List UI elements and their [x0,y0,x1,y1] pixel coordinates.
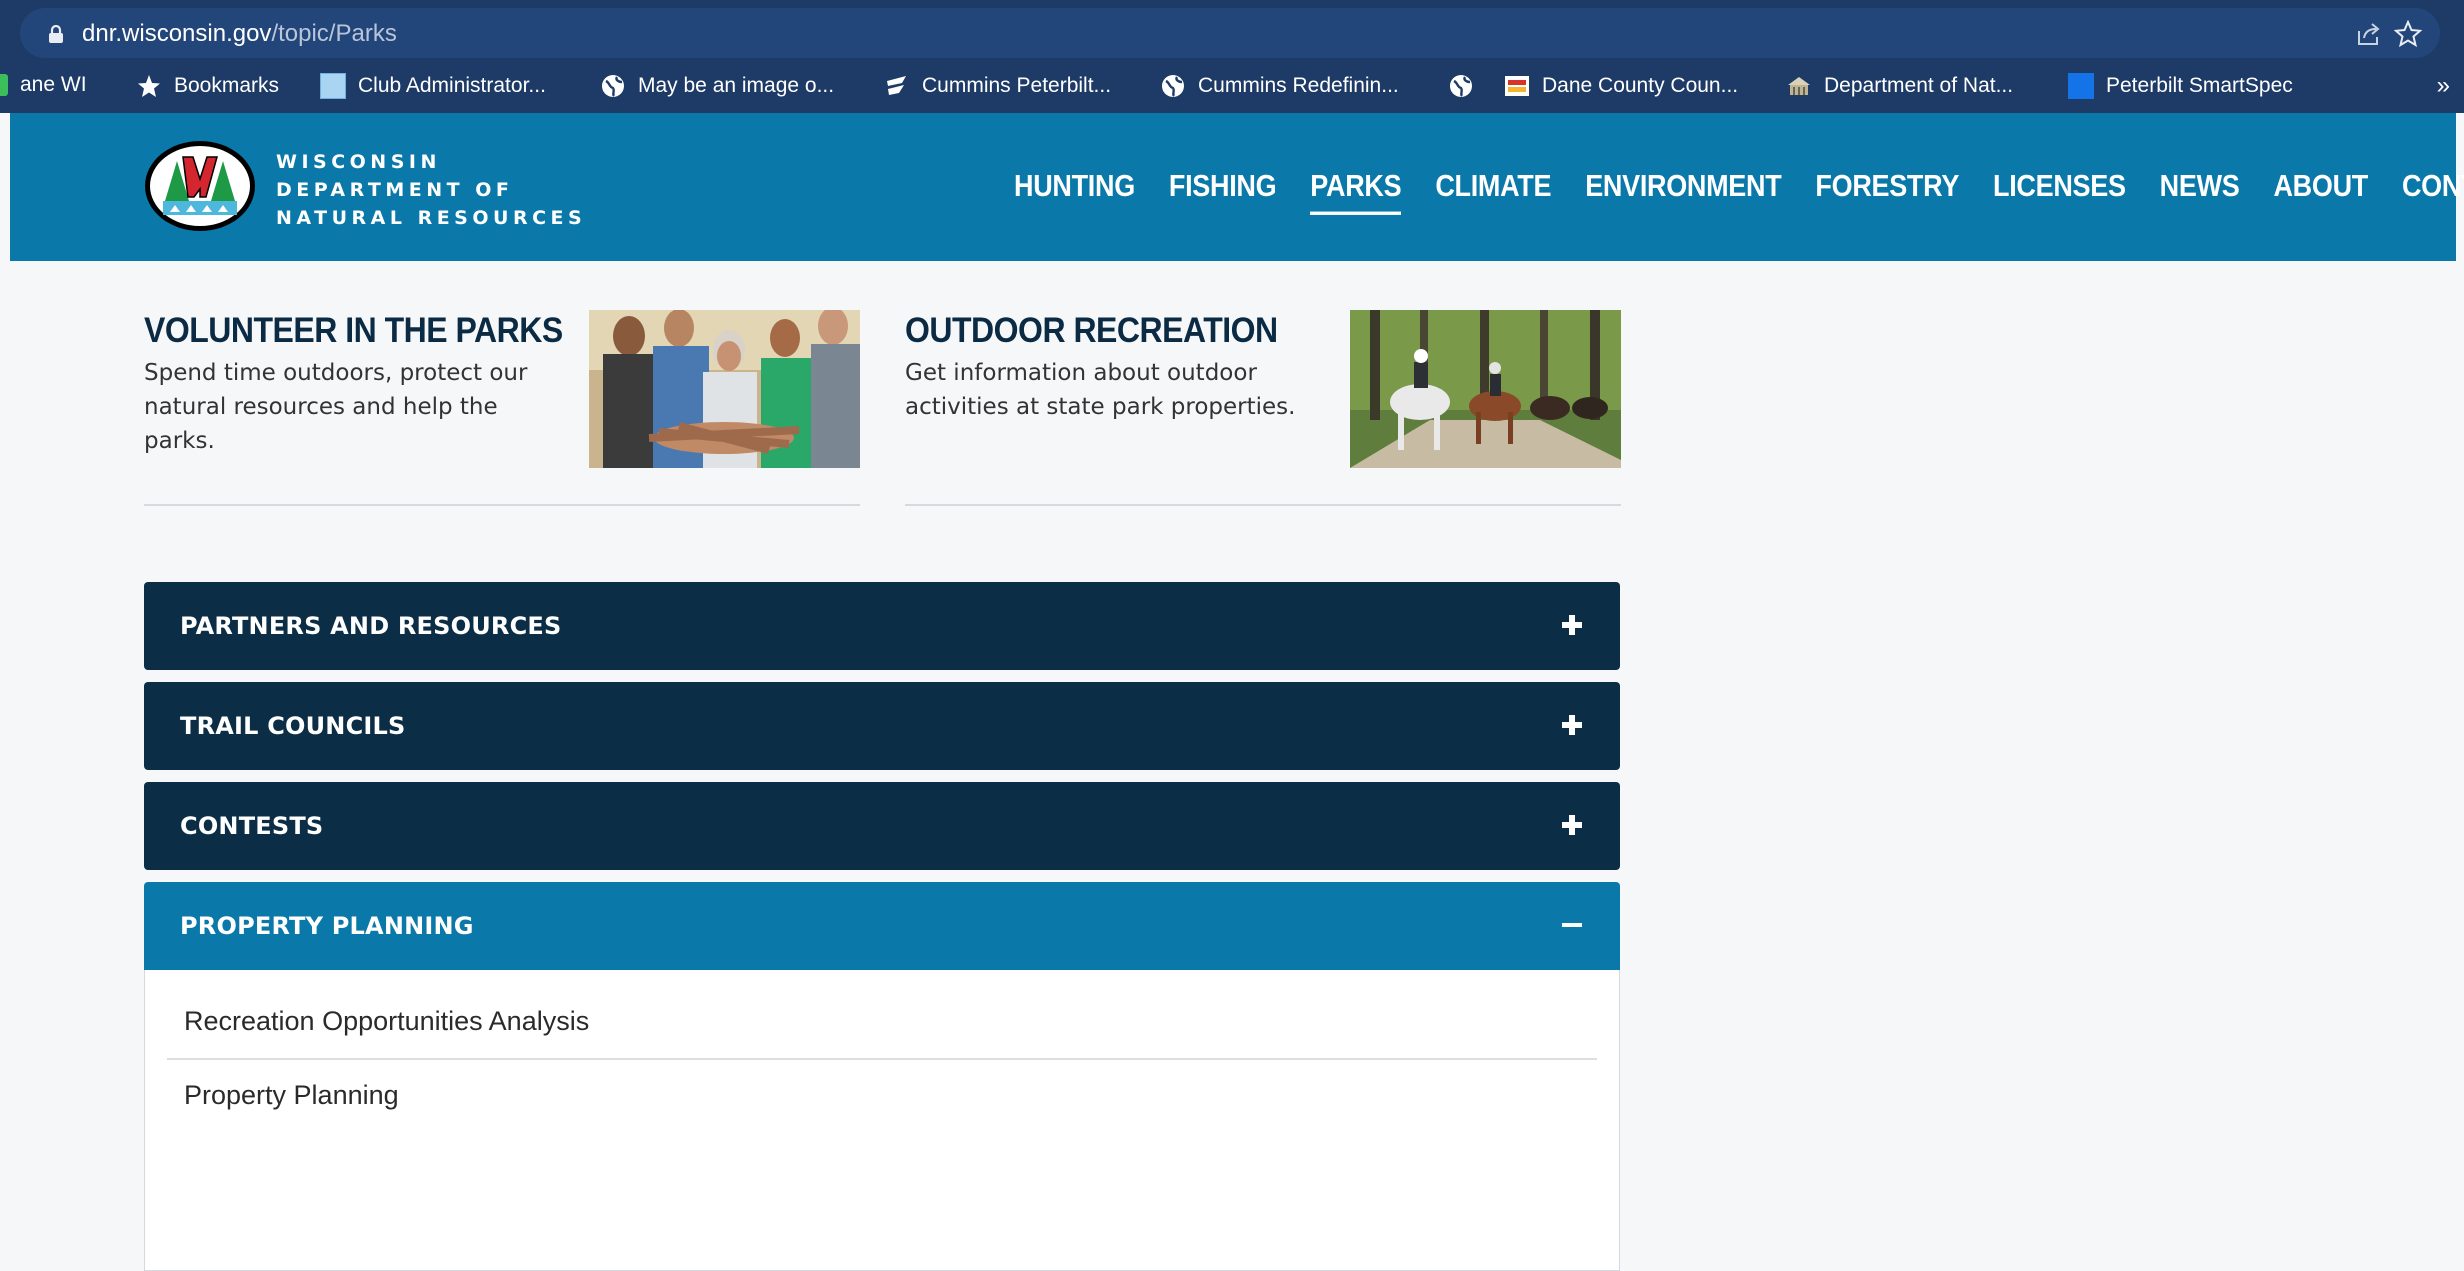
nav-forestry[interactable]: FORESTRY [1815,169,1959,204]
grid-icon [320,73,346,99]
panel-divider [167,1058,1597,1060]
bookmark-folder-icon [0,74,8,96]
plus-icon [1562,715,1582,735]
bookmarks-bar: ane WI Bookmarks Club Administrator... M… [0,64,2464,110]
card-description: Get information about outdoor activities… [905,360,1296,420]
link-property-planning[interactable]: Property Planning [184,1080,399,1111]
card-divider [905,504,1621,506]
horseback-riders-forest-image[interactable] [1350,310,1621,468]
plus-icon [1562,615,1582,635]
minus-icon [1562,923,1582,927]
outdoor-recreation-card[interactable]: OUTDOOR RECREATION Get information about… [905,310,1621,506]
url-text[interactable]: dnr.wisconsin.gov/topic/Parks [82,20,397,48]
nav-about[interactable]: ABOUT [2273,169,2368,204]
globe-icon [1162,75,1184,97]
nav-environment[interactable]: ENVIRONMENT [1585,169,1782,204]
bookmarks-overflow-chevron-icon[interactable]: » [2437,72,2450,100]
link-recreation-opportunities-analysis[interactable]: Recreation Opportunities Analysis [184,1006,589,1037]
site-header: WISCONSIN DEPARTMENT OF NATURAL RESOURCE… [10,113,2464,261]
nav-fishing[interactable]: FISHING [1169,169,1277,204]
dnr-building-icon [1788,77,1810,95]
plus-icon [1562,815,1582,835]
card-divider [144,504,860,506]
accordion: PARTNERS AND RESOURCES TRAIL COUNCILS CO… [144,582,1620,1271]
address-bar[interactable]: dnr.wisconsin.gov/topic/Parks [20,8,2440,58]
bookmark-item[interactable]: Club Administrator... [320,73,546,99]
share-icon[interactable] [2356,21,2382,47]
globe-icon [602,75,624,97]
bookmark-item[interactable]: ane WI [0,73,87,97]
card-title[interactable]: OUTDOOR RECREATION [905,310,1278,351]
bookmark-item[interactable]: Cummins Redefinin... [1160,73,1399,99]
bookmark-item[interactable] [1448,73,1474,99]
lock-icon [49,25,63,43]
nav-news[interactable]: NEWS [2160,169,2240,204]
wdnr-logo-icon[interactable] [143,139,257,233]
bookmark-star-icon[interactable] [2394,20,2422,48]
accordion-partners-and-resources[interactable]: PARTNERS AND RESOURCES [144,582,1620,670]
nav-licenses[interactable]: LICENSES [1993,169,2126,204]
accordion-trail-councils[interactable]: TRAIL COUNCILS [144,682,1620,770]
accordion-contests[interactable]: CONTESTS [144,782,1620,870]
accordion-property-planning[interactable]: PROPERTY PLANNING [144,882,1620,970]
nav-contact[interactable]: CONTACT [2402,169,2464,204]
bookmark-item[interactable]: Bookmarks [136,73,279,99]
bookmark-item[interactable]: Department of Nat... [1786,73,2013,99]
nav-climate[interactable]: CLIMATE [1435,169,1551,204]
main-nav: HUNTING FISHING PARKS CLIMATE ENVIRONMEN… [1014,169,2464,215]
volunteers-hands-together-image[interactable] [589,310,860,468]
bookmark-item[interactable]: May be an image o... [600,73,834,99]
accordion-panel-property-planning: Recreation Opportunities Analysis Proper… [144,970,1620,1271]
bookmark-item[interactable]: Dane County Coun... [1504,73,1738,99]
dane-county-logo-icon [1505,76,1529,96]
agency-name[interactable]: WISCONSIN DEPARTMENT OF NATURAL RESOURCE… [276,148,586,232]
card-title[interactable]: VOLUNTEER IN THE PARKS [144,310,563,351]
globe-icon [1450,75,1472,97]
star-icon [138,75,160,97]
nav-hunting[interactable]: HUNTING [1014,169,1135,204]
bookmark-item[interactable]: Cummins Peterbilt... [884,73,1111,99]
bookmark-item[interactable]: Peterbilt SmartSpec [2068,73,2293,99]
nav-parks[interactable]: PARKS [1310,169,1402,215]
card-description: Spend time outdoors, protect our natural… [144,360,528,454]
volunteer-card[interactable]: VOLUNTEER IN THE PARKS Spend time outdoo… [144,310,860,506]
blue-square-icon [2068,73,2094,99]
browser-chrome: dnr.wisconsin.gov/topic/Parks ane WI Boo… [0,0,2464,113]
cummins-logo-icon [887,76,906,95]
